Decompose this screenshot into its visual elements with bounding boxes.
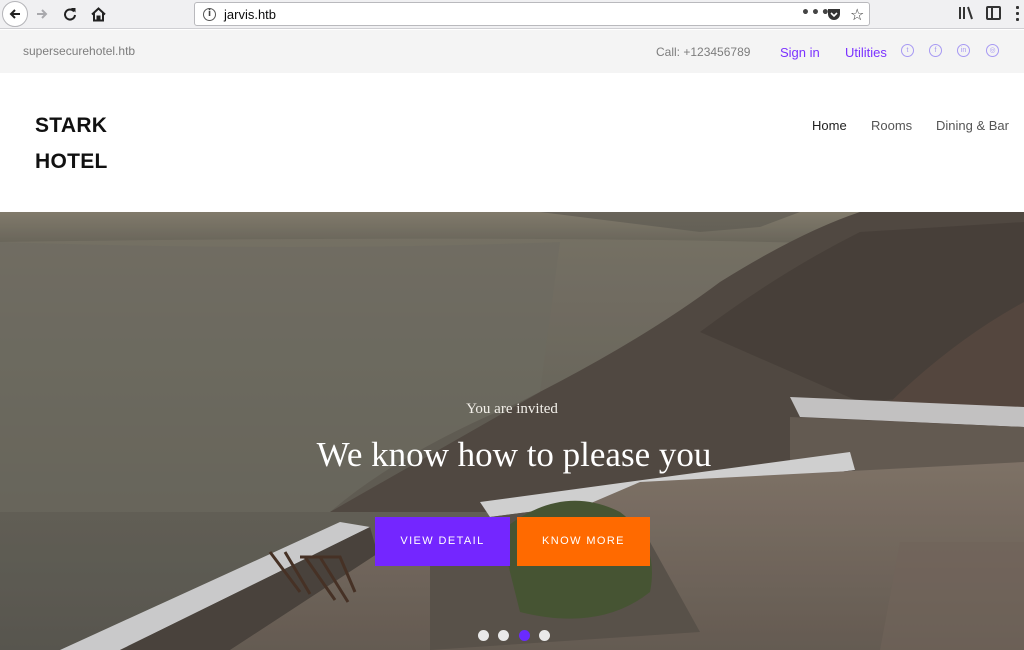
menu-icon[interactable]	[1016, 6, 1019, 22]
bookmark-star-icon[interactable]: ☆	[850, 6, 864, 24]
reload-button[interactable]	[58, 2, 82, 26]
home-button[interactable]	[86, 2, 110, 26]
forward-button[interactable]	[30, 2, 54, 26]
browser-toolbar: i jarvis.htb ••• ☆	[0, 0, 1024, 29]
hero-background-image	[0, 212, 1024, 650]
phone-number: Call: +123456789	[656, 45, 751, 59]
slider-dot[interactable]	[478, 630, 489, 641]
site-header: STARK HOTEL Home Rooms Dining & Bar	[0, 73, 1024, 212]
view-detail-button[interactable]: VIEW DETAIL	[375, 517, 510, 566]
twitter-icon[interactable]: t	[901, 44, 914, 57]
info-bar: supersecurehotel.htb Call: +123456789 Si…	[0, 30, 1024, 73]
sign-in-link[interactable]: Sign in	[780, 45, 820, 60]
forward-arrow-icon	[37, 9, 48, 19]
site-logo[interactable]: STARK HOTEL	[35, 108, 155, 180]
hero-title: We know how to please you	[316, 435, 712, 474]
dribbble-icon[interactable]: ◎	[986, 44, 999, 57]
facebook-icon[interactable]: f	[929, 44, 942, 57]
site-domain: supersecurehotel.htb	[23, 44, 136, 58]
pocket-icon[interactable]	[827, 8, 841, 21]
slider-dot[interactable]	[539, 630, 550, 641]
reload-icon	[64, 8, 76, 21]
slider-dot[interactable]	[498, 630, 509, 641]
library-icon[interactable]	[958, 5, 974, 21]
address-bar[interactable]: i jarvis.htb ••• ☆	[194, 2, 870, 26]
slider-dot-active[interactable]	[519, 630, 530, 641]
hero-slider: You are invited We know how to please yo…	[0, 212, 1024, 650]
home-icon	[90, 6, 106, 21]
nav-rooms[interactable]: Rooms	[871, 118, 912, 133]
back-arrow-icon	[9, 9, 20, 19]
url-text[interactable]: jarvis.htb	[224, 7, 276, 22]
back-button[interactable]	[2, 1, 28, 27]
nav-dining-bar[interactable]: Dining & Bar	[936, 118, 1009, 133]
hero-subtitle: You are invited	[466, 401, 558, 417]
nav-home[interactable]: Home	[812, 118, 847, 133]
sidebar-toggle-icon[interactable]	[986, 6, 1001, 20]
utilities-link[interactable]: Utilities	[845, 45, 887, 60]
linkedin-icon[interactable]: in	[957, 44, 970, 57]
know-more-button[interactable]: KNOW MORE	[517, 517, 650, 566]
site-info-icon[interactable]: i	[203, 8, 216, 21]
